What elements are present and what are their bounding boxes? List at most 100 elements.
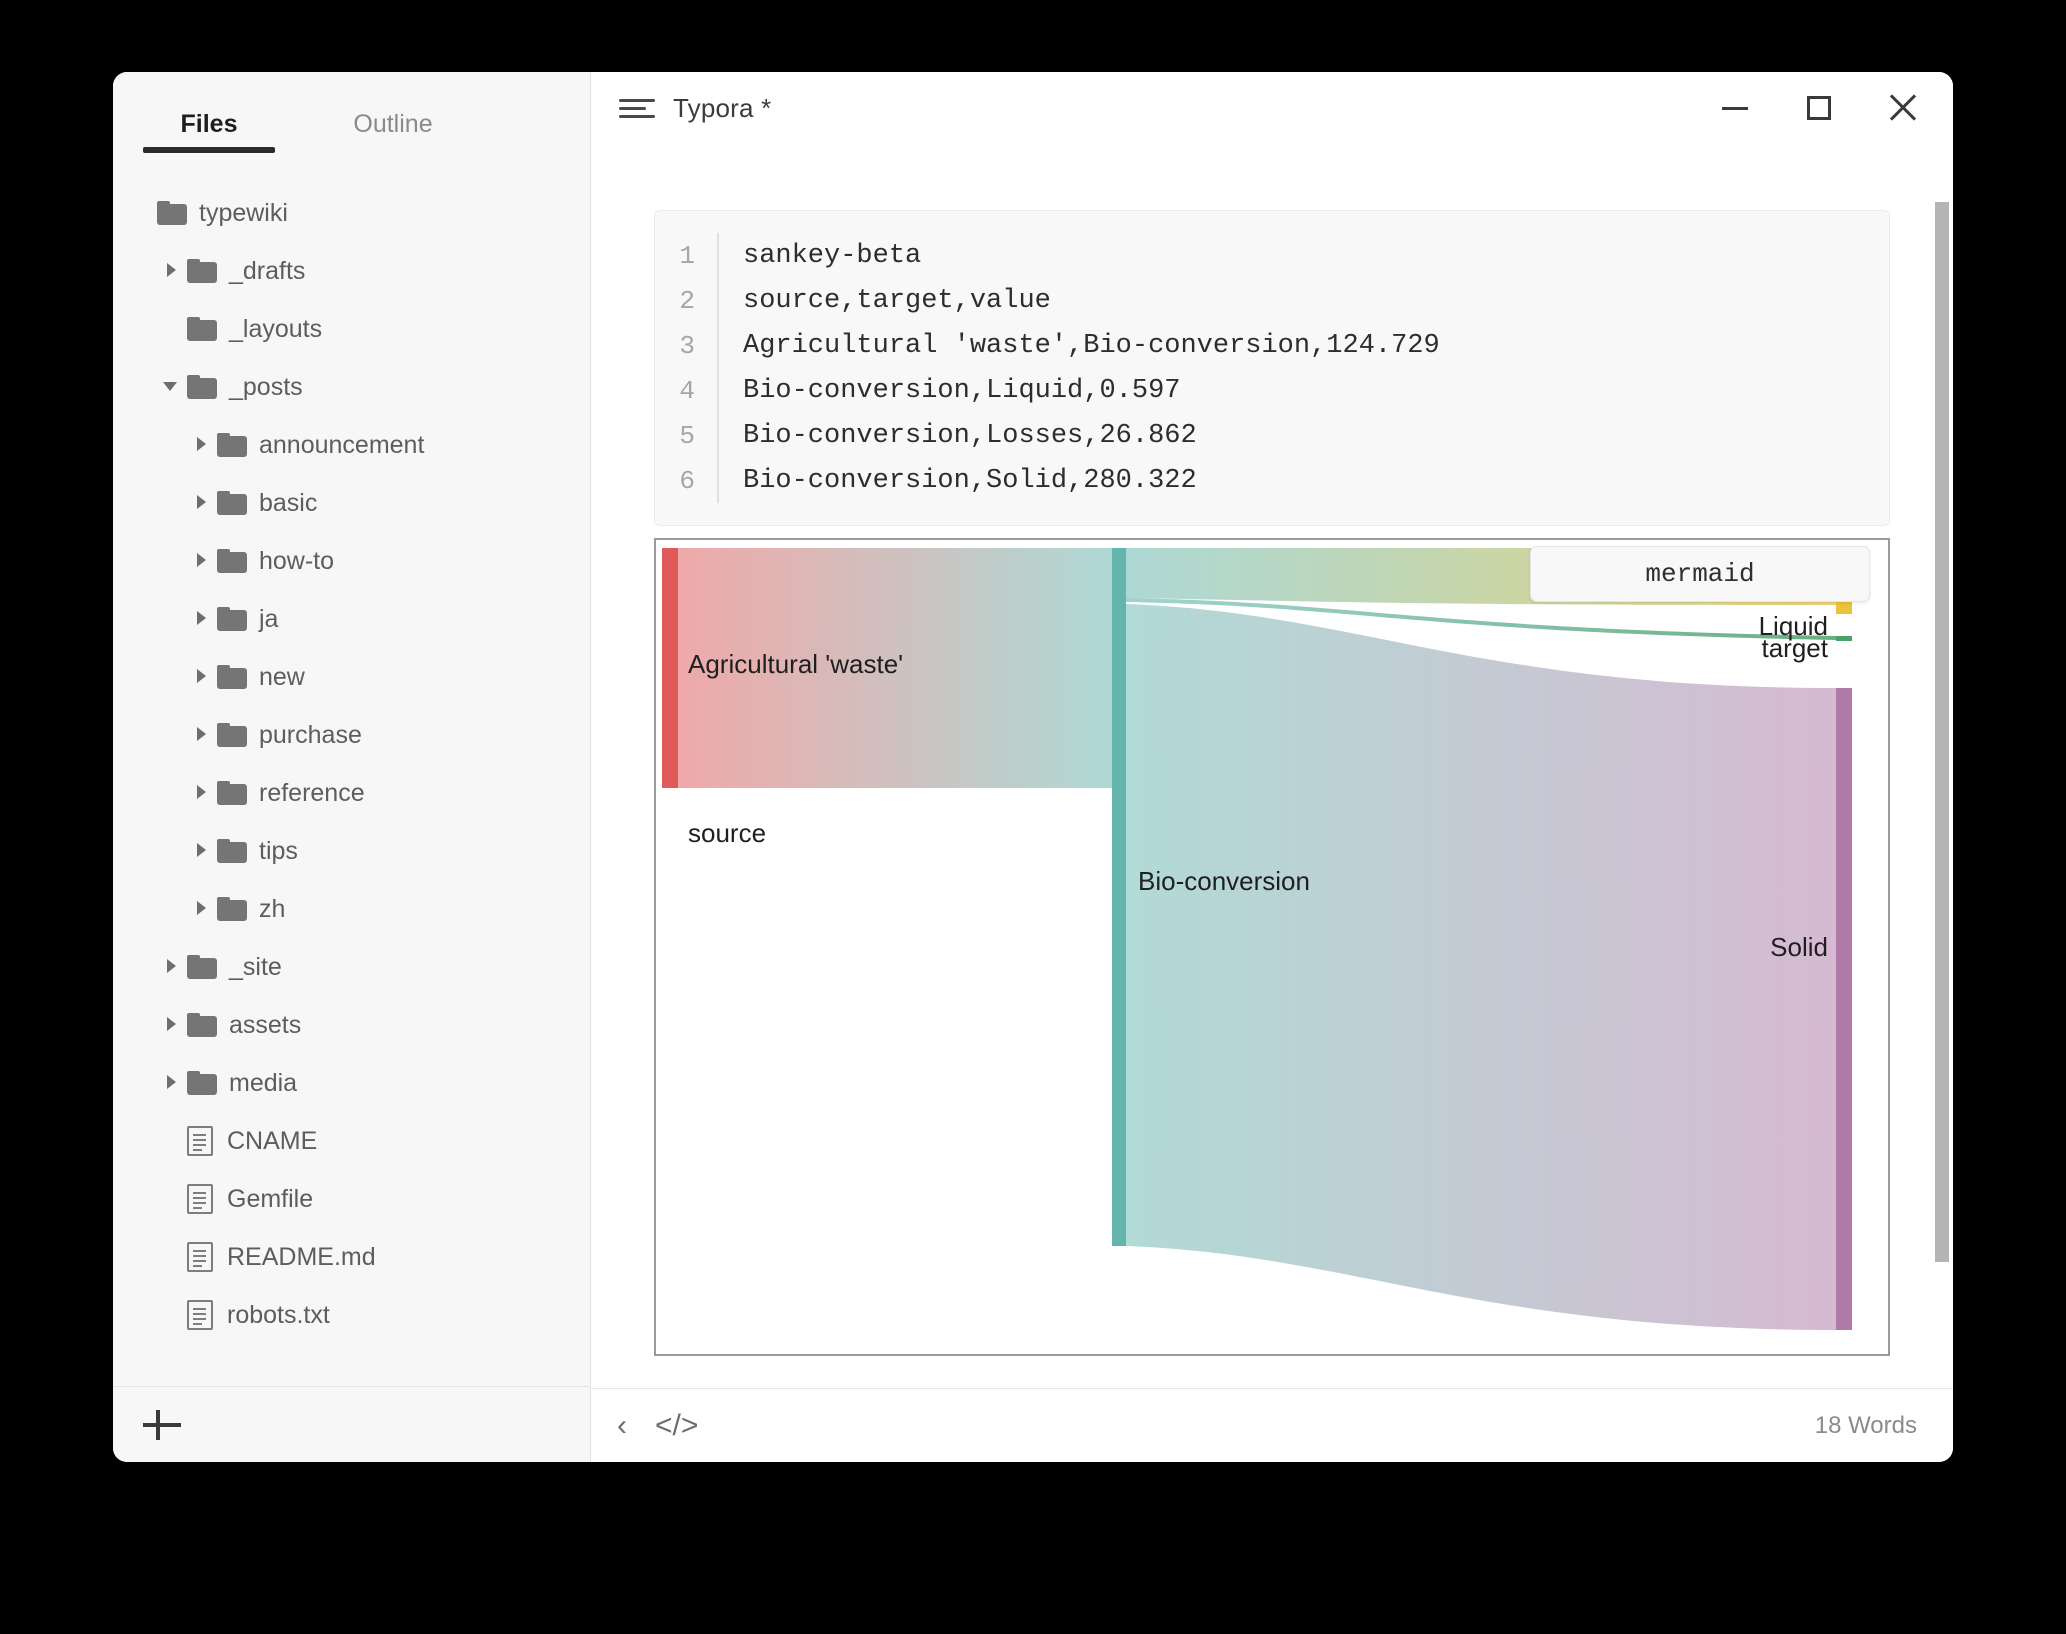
tree-item-label: zh — [259, 894, 286, 923]
tree-folder-item[interactable]: announcement — [113, 416, 590, 474]
editor-area[interactable]: 1 sankey-beta 2 source,target,value 3 Agricul… — [591, 144, 1953, 1388]
chevron-right-icon[interactable] — [191, 898, 213, 920]
tree-folder-item[interactable]: assets — [113, 996, 590, 1054]
mermaid-language-badge[interactable]: mermaid — [1530, 546, 1870, 602]
code-line[interactable]: 4 Bio-conversion,Liquid,0.597 — [655, 368, 1889, 413]
folder-icon — [187, 317, 217, 341]
minimize-button[interactable] — [1693, 72, 1777, 144]
titlebar: Typora * — [591, 72, 1953, 144]
folder-icon — [217, 607, 247, 631]
tree-file-item[interactable]: README.md — [113, 1228, 590, 1286]
chevron-down-icon[interactable] — [161, 376, 183, 398]
tree-folder-item[interactable]: purchase — [113, 706, 590, 764]
folder-icon — [217, 549, 247, 573]
tree-item-label: typewiki — [199, 198, 288, 227]
chevron-right-icon[interactable] — [191, 782, 213, 804]
tree-item-label: robots.txt — [227, 1300, 330, 1329]
file-tree: typewiki _drafts _layouts _posts announcemen… — [113, 164, 590, 1386]
chevron-right-icon[interactable] — [191, 608, 213, 630]
code-line-number: 2 — [679, 285, 695, 316]
sankey-node-agricultural-waste — [662, 548, 678, 788]
tree-folder-item[interactable]: tips — [113, 822, 590, 880]
sankey-label-solid: Solid — [1770, 932, 1828, 962]
folder-icon — [187, 955, 217, 979]
document-body: 1 sankey-beta 2 source,target,value 3 Agricul… — [654, 210, 1890, 1356]
tree-file-item[interactable]: Gemfile — [113, 1170, 590, 1228]
tree-folder-item[interactable]: how-to — [113, 532, 590, 590]
tree-item-label: new — [259, 662, 305, 691]
tree-folder-item[interactable]: reference — [113, 764, 590, 822]
tree-folder-item[interactable]: _posts — [113, 358, 590, 416]
statusbar: ‹ </> 18 Words — [591, 1388, 1953, 1462]
tree-item-label: README.md — [227, 1242, 376, 1271]
tree-item-label: _drafts — [229, 256, 306, 285]
chevron-right-icon[interactable] — [161, 1014, 183, 1036]
chevron-right-icon[interactable] — [191, 550, 213, 572]
main-panel: Typora * 1 sankey-beta 2 source,target,v… — [591, 72, 1953, 1462]
chevron-right-icon[interactable] — [191, 724, 213, 746]
tree-folder-item[interactable]: ja — [113, 590, 590, 648]
code-line[interactable]: 3 Agricultural 'waste',Bio-conversion,124… — [655, 323, 1889, 368]
folder-icon — [217, 665, 247, 689]
file-icon — [187, 1184, 213, 1214]
vertical-scrollbar[interactable] — [1935, 202, 1949, 1262]
sidebar-tabs: Files Outline — [113, 72, 590, 164]
chevron-right-icon[interactable] — [191, 840, 213, 862]
tab-outline-label: Outline — [353, 110, 433, 138]
sankey-node-liquid — [1836, 636, 1852, 641]
tree-folder-item[interactable]: zh — [113, 880, 590, 938]
source-code-icon[interactable]: </> — [655, 1409, 698, 1443]
code-line-text: Bio-conversion,Losses,26.862 — [717, 413, 1889, 458]
close-button[interactable] — [1861, 72, 1945, 144]
tab-outline[interactable]: Outline — [307, 102, 479, 153]
add-file-button[interactable] — [139, 1402, 185, 1448]
tree-item-label: assets — [229, 1010, 302, 1039]
tree-folder-item[interactable]: typewiki — [113, 184, 590, 242]
file-icon — [187, 1242, 213, 1272]
tree-file-item[interactable]: robots.txt — [113, 1286, 590, 1344]
code-line[interactable]: 6 Bio-conversion,Solid,280.322 — [655, 458, 1889, 503]
tab-files-label: Files — [180, 110, 238, 138]
folder-icon — [187, 259, 217, 283]
tree-folder-item[interactable]: media — [113, 1054, 590, 1112]
chevron-right-icon[interactable] — [161, 956, 183, 978]
chevron-right-icon[interactable] — [161, 1072, 183, 1094]
mermaid-preview: Agricultural 'waste' source Bio-conversi… — [654, 538, 1890, 1356]
menu-icon[interactable] — [619, 95, 655, 121]
folder-icon — [187, 1071, 217, 1095]
screen: Files Outline typewiki _drafts _layouts _po… — [0, 0, 2066, 1634]
folder-icon — [187, 375, 217, 399]
tree-folder-item[interactable]: _site — [113, 938, 590, 996]
code-line-text: sankey-beta — [717, 233, 1889, 278]
sidebar-footer — [113, 1386, 590, 1462]
tree-item-label: _site — [229, 952, 282, 981]
code-line-number: 4 — [679, 375, 695, 406]
tab-files[interactable]: Files — [123, 102, 295, 153]
sankey-label-bioconversion: Bio-conversion — [1138, 866, 1310, 896]
code-line[interactable]: 2 source,target,value — [655, 278, 1889, 323]
tree-file-item[interactable]: CNAME — [113, 1112, 590, 1170]
tree-folder-item[interactable]: new — [113, 648, 590, 706]
code-line[interactable]: 1 sankey-beta — [655, 233, 1889, 278]
maximize-button[interactable] — [1777, 72, 1861, 144]
tree-item-label: _layouts — [229, 314, 323, 343]
tree-folder-item[interactable]: _layouts — [113, 300, 590, 358]
chevron-right-icon[interactable] — [161, 260, 183, 282]
code-line-number: 3 — [679, 330, 695, 361]
file-icon — [187, 1126, 213, 1156]
chevron-right-icon[interactable] — [191, 434, 213, 456]
document-title: Typora * — [673, 92, 772, 123]
chevron-right-icon[interactable] — [191, 492, 213, 514]
code-line[interactable]: 5 Bio-conversion,Losses,26.862 — [655, 413, 1889, 458]
chevron-right-icon[interactable] — [191, 666, 213, 688]
back-icon[interactable]: ‹ — [617, 1409, 627, 1443]
tree-item-label: how-to — [259, 546, 335, 575]
tree-folder-item[interactable]: _drafts — [113, 242, 590, 300]
file-icon — [187, 1300, 213, 1330]
mermaid-code-block[interactable]: 1 sankey-beta 2 source,target,value 3 Agricul… — [654, 210, 1890, 526]
tree-folder-item[interactable]: basic — [113, 474, 590, 532]
word-count: 18 Words — [1814, 1411, 1917, 1439]
